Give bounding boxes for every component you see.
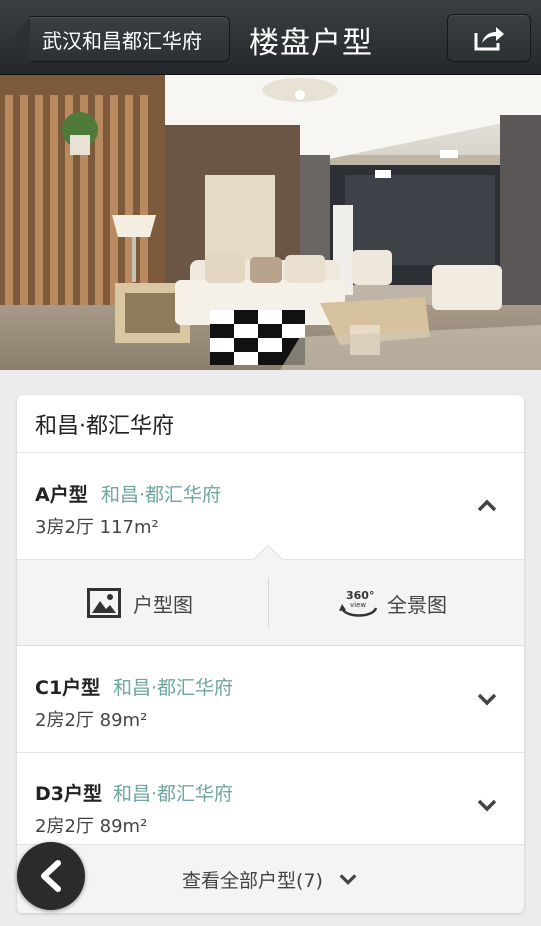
svg-text:view: view xyxy=(350,601,366,609)
estate-title: 和昌·都汇华府 xyxy=(17,395,524,453)
chevron-down-icon xyxy=(477,693,497,706)
unit-a-actions: 户型图 360° view 全景图 xyxy=(17,544,524,646)
living-room-image xyxy=(0,75,541,370)
chevron-down-icon xyxy=(339,874,357,885)
action-divider xyxy=(268,578,269,628)
view-all-units-button[interactable]: 查看全部户型(7) xyxy=(17,844,524,913)
unit-spec: 2房2厅 89m² xyxy=(35,710,148,731)
page-title: 楼盘户型 xyxy=(249,26,373,61)
panorama-360-icon: 360° view xyxy=(339,589,378,617)
top-bar: 武汉和昌都汇华府 楼盘户型 xyxy=(0,0,541,75)
unit-row-c1[interactable]: C1户型 和昌·都汇华府 2房2厅 89m² xyxy=(17,647,524,753)
floorplan-card: 和昌·都汇华府 A户型 和昌·都汇华府 3房2厅 117m² 户型图 360° … xyxy=(17,395,524,913)
unit-estate: 和昌·都汇华府 xyxy=(113,783,234,805)
unit-spec: 2房2厅 89m² xyxy=(35,816,148,837)
chevron-down-icon xyxy=(477,799,497,812)
unit-name: D3户型 xyxy=(35,783,102,805)
unit-estate: 和昌·都汇华府 xyxy=(101,484,222,506)
unit-spec: 3房2厅 117m² xyxy=(35,517,159,538)
panorama-label: 全景图 xyxy=(387,592,447,617)
floorplan-image-button[interactable]: 户型图 xyxy=(87,560,193,646)
share-icon xyxy=(474,27,504,51)
unit-row-a[interactable]: A户型 和昌·都汇华府 3房2厅 117m² xyxy=(17,454,524,560)
unit-estate: 和昌·都汇华府 xyxy=(113,677,234,699)
back-arrow xyxy=(14,16,30,62)
chevron-left-icon xyxy=(41,860,61,892)
unit-name: A户型 xyxy=(35,484,88,506)
image-icon xyxy=(87,588,121,618)
floorplan-image-label: 户型图 xyxy=(133,592,193,617)
back-label: 武汉和昌都汇华府 xyxy=(30,16,230,62)
share-button[interactable] xyxy=(447,14,531,62)
hero-photo xyxy=(0,75,541,370)
floating-back-button[interactable] xyxy=(17,842,85,910)
view-all-label: 查看全部户型(7) xyxy=(182,869,323,892)
panorama-button[interactable]: 360° view 全景图 xyxy=(339,560,447,646)
back-button[interactable]: 武汉和昌都汇华府 xyxy=(14,16,230,62)
chevron-up-icon xyxy=(477,499,497,512)
unit-name: C1户型 xyxy=(35,677,101,699)
